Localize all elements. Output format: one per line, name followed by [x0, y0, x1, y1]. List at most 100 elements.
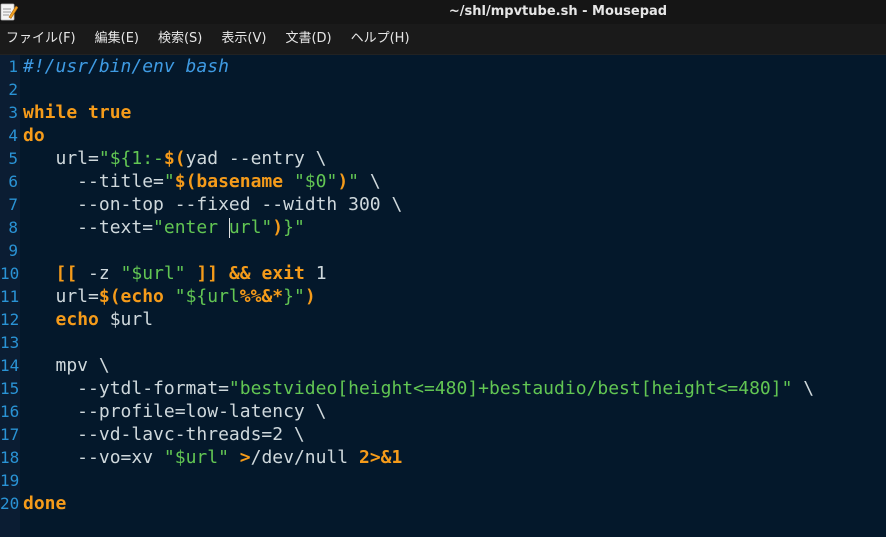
code-line[interactable]: 17 --vd-lavc-threads=2 \ [0, 423, 886, 446]
line-number: 2 [8, 80, 18, 99]
menu-view[interactable]: 表示(V) [215, 24, 276, 54]
code-token: " [348, 171, 359, 192]
code-text: --ytdl-format="bestvideo[height<=480]+be… [23, 377, 814, 400]
code-token: url= [23, 286, 99, 307]
title-bar[interactable]: ~/shl/mpvtube.sh - Mousepad [0, 0, 886, 24]
code-line[interactable]: 12 echo $url [0, 308, 886, 331]
code-token: "$url" [163, 447, 229, 468]
line-number: 8 [8, 218, 18, 237]
line-number: 12 [0, 310, 20, 329]
code-token: --profile=low-latency \ [23, 401, 327, 422]
code-token: \ [359, 171, 381, 192]
code-line[interactable]: 16 --profile=low-latency \ [0, 400, 886, 423]
code-text: done [23, 492, 66, 515]
code-text: --profile=low-latency \ [23, 400, 326, 423]
code-token: done [23, 493, 67, 514]
code-token: }" [283, 217, 305, 238]
code-token: " [163, 171, 175, 192]
code-token: %%&* [239, 286, 284, 307]
code-token: --vo=xv [23, 447, 164, 468]
code-text: --text="enter url")}" [23, 216, 305, 239]
code-token: true [88, 102, 132, 123]
code-text: do [23, 124, 45, 147]
code-token: "bestvideo[height<=480]+bestaudio/best[h… [228, 378, 793, 399]
code-token: "${url [174, 286, 240, 307]
code-token: --title= [23, 171, 164, 192]
line-number: 18 [0, 448, 20, 467]
code-token: "${1:- [98, 148, 164, 169]
code-line[interactable]: 13 [0, 331, 886, 354]
code-token: while [23, 102, 78, 123]
line-number: 13 [0, 333, 20, 352]
code-line[interactable]: 11 url=$(echo "${url%%&*}") [0, 285, 886, 308]
code-token: $( [163, 148, 186, 169]
code-line[interactable]: 14 mpv \ [0, 354, 886, 377]
code-line[interactable]: 1 #!/usr/bin/env bash [8, 55, 886, 78]
code-token: --vd-lavc-threads=2 \ [23, 424, 305, 445]
code-token: "$url" [120, 263, 186, 284]
code-token: ) [304, 286, 316, 307]
code-line[interactable]: 9 [8, 239, 886, 262]
line-number: 17 [0, 425, 20, 444]
code-text: --title="$(basename "$0")" \ [23, 170, 381, 193]
code-token: --text= [23, 217, 154, 238]
code-line[interactable]: 3 while true [8, 101, 886, 124]
code-token: -z [77, 263, 121, 284]
line-number: 5 [8, 149, 18, 168]
code-token: do [23, 125, 45, 146]
line-number: 3 [8, 103, 18, 122]
code-text: echo $url [23, 308, 154, 331]
menu-edit[interactable]: 編集(E) [89, 24, 149, 54]
menu-search[interactable]: 検索(S) [152, 24, 212, 54]
code-token: url= [23, 148, 99, 169]
text-editor[interactable]: 1 #!/usr/bin/env bash 2 3 while true 4 do 5 url… [0, 55, 886, 537]
line-number: 7 [8, 195, 18, 214]
code-line[interactable]: 19 [0, 469, 886, 492]
code-token: ]] [196, 263, 219, 284]
code-token: --on-top --fixed --width 300 \ [23, 194, 403, 215]
line-number: 15 [0, 379, 20, 398]
code-line[interactable]: 20 done [0, 492, 886, 515]
code-text: --vo=xv "$url" >/dev/null 2>&1 [23, 446, 402, 469]
line-number: 9 [8, 241, 18, 260]
code-line[interactable]: 4 do [8, 124, 886, 147]
line-number: 14 [0, 356, 20, 375]
code-token: $url [98, 309, 154, 330]
code-line[interactable]: 15 --ytdl-format="bestvideo[height<=480]… [0, 377, 886, 400]
code-line[interactable]: 7 --on-top --fixed --width 300 \ [8, 193, 886, 216]
menu-document[interactable]: 文書(D) [279, 24, 341, 54]
code-text: [[ -z "$url" ]] && exit 1 [23, 262, 327, 285]
code-token: [[ [55, 263, 78, 284]
code-token: && [228, 263, 251, 284]
line-number: 10 [0, 264, 20, 283]
menu-bar: ファイル(F) 編集(E) 検索(S) 表示(V) 文書(D) ヘルプ(H) [0, 24, 886, 55]
code-line[interactable]: 6 --title="$(basename "$0")" \ [8, 170, 886, 193]
code-line[interactable]: 8 --text="enter url")}" [8, 216, 886, 239]
code-token: "$0" [293, 171, 338, 192]
menu-file[interactable]: ファイル(F) [0, 24, 86, 54]
menu-help[interactable]: ヘルプ(H) [345, 24, 420, 54]
code-line[interactable]: 5 url="${1:-$(yad --entry \ [8, 147, 886, 170]
line-number: 6 [8, 172, 18, 191]
code-line[interactable]: 18 --vo=xv "$url" >/dev/null 2>&1 [0, 446, 886, 469]
code-token: yad --entry \ [185, 148, 327, 169]
code-token: ) [272, 217, 284, 238]
code-token: mpv \ [23, 355, 110, 376]
code-text: --on-top --fixed --width 300 \ [23, 193, 402, 216]
code-token: echo [55, 309, 99, 330]
text-cursor [228, 218, 231, 238]
code-area[interactable]: 1 #!/usr/bin/env bash 2 3 while true 4 do 5 url… [0, 55, 886, 537]
code-line[interactable]: 2 [8, 78, 886, 101]
code-line[interactable]: 10 [[ -z "$url" ]] && exit 1 [0, 262, 886, 285]
line-number: 20 [0, 494, 20, 513]
window-title: ~/shl/mpvtube.sh - Mousepad [448, 4, 668, 19]
line-number: 11 [0, 287, 20, 306]
code-token: \ [792, 378, 815, 399]
line-number: 19 [0, 471, 20, 490]
